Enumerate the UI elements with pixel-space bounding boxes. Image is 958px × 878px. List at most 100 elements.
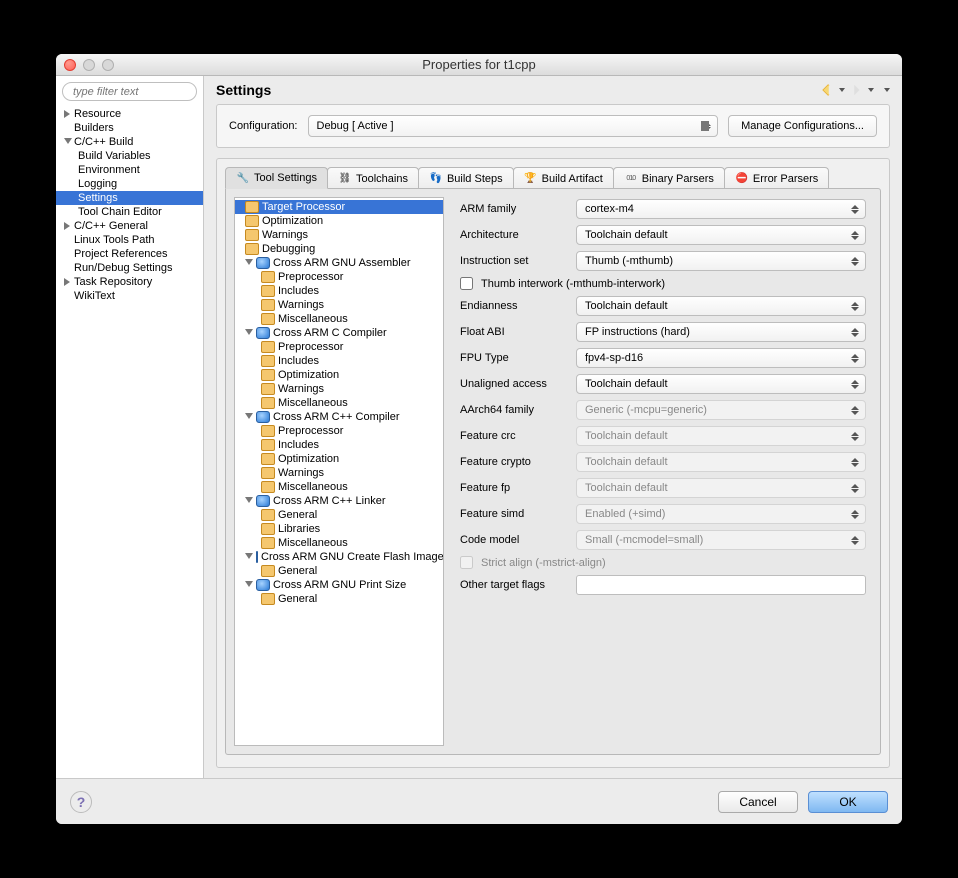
minimize-icon[interactable] [83, 59, 95, 71]
tool-tree-item-general[interactable]: General [235, 564, 443, 578]
chevron-down-icon[interactable] [245, 553, 253, 561]
sidebar-item-environment[interactable]: Environment [56, 163, 203, 177]
help-icon[interactable]: ? [70, 791, 92, 813]
chevron-right-icon[interactable] [64, 278, 72, 286]
sidebar-item-wikitext[interactable]: WikiText [56, 289, 203, 303]
chevron-right-icon[interactable] [64, 110, 72, 118]
tool-tree-item-cross-arm-gnu-print-size[interactable]: Cross ARM GNU Print Size [235, 578, 443, 592]
sidebar-item-builders[interactable]: Builders [56, 121, 203, 135]
float_abi-select[interactable]: FP instructions (hard) [576, 322, 866, 342]
configuration-select[interactable]: Debug [ Active ] [308, 115, 719, 137]
architecture-select[interactable]: Toolchain default [576, 225, 866, 245]
instruction_set-select[interactable]: Thumb (-mthumb) [576, 251, 866, 271]
other_flags-input[interactable] [576, 575, 866, 595]
cancel-button[interactable]: Cancel [718, 791, 798, 813]
chevron-down-icon[interactable] [64, 138, 72, 146]
back-icon[interactable] [820, 83, 834, 97]
chevron-down-icon[interactable] [245, 413, 253, 421]
thumb_interwork-checkbox[interactable] [460, 277, 473, 290]
sidebar-item-label: Resource [74, 108, 121, 120]
tool-tree-item-optimization[interactable]: Optimization [235, 214, 443, 228]
back-menu-icon[interactable] [839, 88, 845, 92]
tool-tree-item-warnings[interactable]: Warnings [235, 228, 443, 242]
tool-tree-item-miscellaneous[interactable]: Miscellaneous [235, 396, 443, 410]
tool-option-icon [245, 243, 259, 255]
tool-tree-item-warnings[interactable]: Warnings [235, 466, 443, 480]
sidebar-item-resource[interactable]: Resource [56, 107, 203, 121]
tab-toolchains[interactable]: ⛓Toolchains [327, 167, 419, 189]
other_flags-label: Other target flags [460, 579, 568, 591]
sidebar-item-c-c-build[interactable]: C/C++ Build [56, 135, 203, 149]
sidebar-item-run-debug-settings[interactable]: Run/Debug Settings [56, 261, 203, 275]
tab-error-parsers[interactable]: ⛔Error Parsers [724, 167, 829, 189]
tool-option-icon [261, 383, 275, 395]
tab-binary-parsers[interactable]: 010Binary Parsers [613, 167, 725, 189]
tool-tree-item-includes[interactable]: Includes [235, 354, 443, 368]
tool-tree-item-miscellaneous[interactable]: Miscellaneous [235, 312, 443, 326]
chevron-right-icon[interactable] [64, 222, 72, 230]
tool-tree-item-miscellaneous[interactable]: Miscellaneous [235, 480, 443, 494]
tool-tree-item-warnings[interactable]: Warnings [235, 298, 443, 312]
sidebar-item-c-c-general[interactable]: C/C++ General [56, 219, 203, 233]
tool-tree-item-preprocessor[interactable]: Preprocessor [235, 424, 443, 438]
close-icon[interactable] [64, 59, 76, 71]
tool-tree-label: Includes [278, 285, 319, 297]
view-menu-icon[interactable] [884, 88, 890, 92]
sidebar-item-settings[interactable]: Settings [56, 191, 203, 205]
tool-tree-item-target-processor[interactable]: Target Processor [235, 200, 443, 214]
tab-build-steps[interactable]: 👣Build Steps [418, 167, 514, 189]
tool-group-icon [256, 551, 258, 563]
tool-tree-item-preprocessor[interactable]: Preprocessor [235, 270, 443, 284]
sidebar-item-tool-chain-editor[interactable]: Tool Chain Editor [56, 205, 203, 219]
tool-tree-item-cross-arm-c-linker[interactable]: Cross ARM C++ Linker [235, 494, 443, 508]
tool-tree-item-debugging[interactable]: Debugging [235, 242, 443, 256]
tab-label: Tool Settings [254, 172, 317, 184]
tool-tree-item-general[interactable]: General [235, 592, 443, 606]
tool-tree-label: Preprocessor [278, 425, 343, 437]
tab-tool-settings[interactable]: 🔧Tool Settings [225, 167, 328, 189]
sidebar-item-linux-tools-path[interactable]: Linux Tools Path [56, 233, 203, 247]
sidebar-item-logging[interactable]: Logging [56, 177, 203, 191]
filter-input[interactable] [62, 82, 197, 101]
tool-settings-tree[interactable]: Target ProcessorOptimizationWarningsDebu… [234, 197, 444, 746]
maximize-icon[interactable] [102, 59, 114, 71]
tab-build-artifact[interactable]: 🏆Build Artifact [513, 167, 614, 189]
float_abi-value: FP instructions (hard) [585, 326, 690, 338]
chevron-down-icon[interactable] [245, 259, 253, 267]
tool-tree-item-cross-arm-gnu-assembler[interactable]: Cross ARM GNU Assembler [235, 256, 443, 270]
fpu_type-select[interactable]: fpv4-sp-d16 [576, 348, 866, 368]
chevron-down-icon[interactable] [245, 329, 253, 337]
tool-tree-item-miscellaneous[interactable]: Miscellaneous [235, 536, 443, 550]
chevron-down-icon[interactable] [245, 497, 253, 505]
tool-tree-item-cross-arm-gnu-create-flash-image[interactable]: Cross ARM GNU Create Flash Image [235, 550, 443, 564]
chevron-down-icon[interactable] [245, 581, 253, 589]
tool-tree-item-preprocessor[interactable]: Preprocessor [235, 340, 443, 354]
tool-tree-item-cross-arm-c-compiler[interactable]: Cross ARM C Compiler [235, 326, 443, 340]
tool-tree-label: Miscellaneous [278, 481, 348, 493]
tool-tree-item-includes[interactable]: Includes [235, 284, 443, 298]
endianness-value: Toolchain default [585, 300, 668, 312]
tool-tree-item-general[interactable]: General [235, 508, 443, 522]
window-title: Properties for t1cpp [56, 57, 902, 72]
tool-tree-item-cross-arm-c-compiler[interactable]: Cross ARM C++ Compiler [235, 410, 443, 424]
unaligned_access-select[interactable]: Toolchain default [576, 374, 866, 394]
tool-tree-item-optimization[interactable]: Optimization [235, 452, 443, 466]
tool-tree-item-includes[interactable]: Includes [235, 438, 443, 452]
tool-tree-item-optimization[interactable]: Optimization [235, 368, 443, 382]
manage-configurations-button[interactable]: Manage Configurations... [728, 115, 877, 137]
forward-menu-icon[interactable] [868, 88, 874, 92]
sidebar-item-label: C/C++ General [74, 220, 148, 232]
tool-option-icon [261, 509, 275, 521]
arm_family-select[interactable]: cortex-m4 [576, 199, 866, 219]
sidebar-item-build-variables[interactable]: Build Variables [56, 149, 203, 163]
sidebar-item-project-references[interactable]: Project References [56, 247, 203, 261]
feature_crypto-value: Toolchain default [585, 456, 668, 468]
ok-button[interactable]: OK [808, 791, 888, 813]
endianness-select[interactable]: Toolchain default [576, 296, 866, 316]
binary-icon: 010 [624, 172, 638, 186]
arm_family-value: cortex-m4 [585, 203, 634, 215]
tool-tree-item-warnings[interactable]: Warnings [235, 382, 443, 396]
tool-tree-item-libraries[interactable]: Libraries [235, 522, 443, 536]
tool-option-icon [245, 229, 259, 241]
sidebar-item-task-repository[interactable]: Task Repository [56, 275, 203, 289]
